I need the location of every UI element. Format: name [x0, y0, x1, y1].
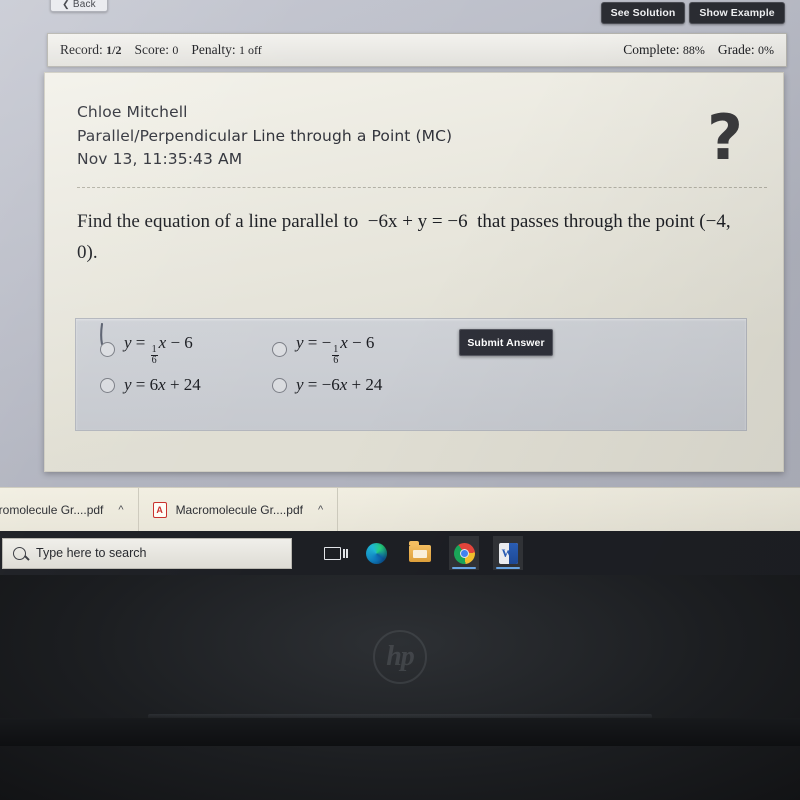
download-bar: acromolecule Gr....pdf ^ A Macromolecule… — [0, 487, 800, 532]
question-card: Chloe Mitchell Parallel/Perpendicular Li… — [44, 72, 784, 472]
grade-label: Grade: — [717, 42, 755, 57]
chevron-up-icon[interactable]: ^ — [318, 504, 323, 516]
record-stat: Record: 1/2 — [60, 42, 121, 58]
complete-value: 88% — [682, 43, 705, 57]
taskbar-icons: W — [317, 536, 523, 570]
edge-icon — [365, 542, 387, 564]
answer-option-d[interactable]: y = −6x + 24 — [272, 375, 382, 395]
top-controls-bar: ❮ Back See Solution Show Example — [0, 0, 800, 30]
penalty-value: 1 off — [238, 43, 262, 57]
download-item[interactable]: acromolecule Gr....pdf ^ — [0, 487, 139, 532]
score-stat: Score: 0 — [134, 42, 178, 58]
radio-button-b[interactable] — [272, 342, 287, 358]
submit-answer-label: Submit Answer — [467, 336, 545, 349]
question-text: Find the equation of a line parallel to … — [77, 207, 755, 269]
task-view-icon — [323, 546, 345, 560]
search-input[interactable]: Type here to search — [2, 537, 292, 569]
see-solution-label: See Solution — [610, 7, 676, 19]
answer-label-a: y = 16x − 6 — [124, 333, 193, 366]
answer-label-c: y = 6x + 24 — [124, 375, 201, 394]
laptop-screen: ❮ Back See Solution Show Example Record:… — [0, 0, 800, 575]
download-item[interactable]: A Macromolecule Gr....pdf ^ — [139, 487, 339, 532]
back-button[interactable]: ❮ Back — [50, 0, 108, 12]
fraction-one-sixth: 16 — [332, 343, 340, 366]
complete-label: Complete: — [623, 42, 680, 57]
fraction-one-sixth: 16 — [150, 343, 158, 366]
submit-answer-button[interactable]: Submit Answer — [459, 329, 553, 356]
laptop-body-lip — [0, 718, 800, 746]
timestamp: Nov 13, 11:35:43 AM — [77, 150, 243, 169]
question-middle: that passes through the point — [477, 211, 695, 232]
answer-label-d: y = −6x + 24 — [296, 375, 383, 394]
grade-stat: Grade: 0% — [718, 42, 774, 58]
student-name: Chloe Mitchell — [77, 103, 188, 121]
edge-button[interactable] — [361, 536, 391, 570]
radio-button-c[interactable] — [100, 377, 115, 393]
see-solution-button[interactable]: See Solution — [601, 2, 685, 24]
pdf-icon: A — [152, 501, 167, 518]
status-left-group: Record: 1/2 Score: 0 Penalty: 1 off — [60, 42, 262, 58]
file-explorer-icon — [409, 540, 431, 562]
record-value: 1/2 — [106, 43, 122, 57]
chrome-icon — [453, 542, 475, 564]
task-view-button[interactable] — [317, 536, 347, 570]
word-button[interactable]: W — [493, 536, 523, 570]
question-mark-icon: ? — [707, 101, 743, 174]
chevron-left-icon: ❮ — [62, 0, 70, 9]
download-filename: acromolecule Gr....pdf — [0, 502, 104, 517]
back-button-label: Back — [72, 0, 96, 10]
download-filename: Macromolecule Gr....pdf — [175, 502, 303, 517]
question-lead: Find the equation of a line parallel to — [77, 211, 359, 232]
answer-option-c[interactable]: y = 6x + 24 — [100, 375, 201, 395]
status-bar: Record: 1/2 Score: 0 Penalty: 1 off Comp… — [47, 33, 787, 67]
assignment-title: Parallel/Perpendicular Line through a Po… — [77, 126, 453, 145]
answer-option-b[interactable]: y = −1 6 x − 6 — [272, 333, 374, 367]
show-example-button[interactable]: Show Example — [689, 2, 785, 24]
grade-value: 0% — [758, 43, 774, 57]
chevron-up-icon[interactable]: ^ — [118, 504, 123, 516]
radio-button-d[interactable] — [272, 377, 287, 393]
score-value: 0 — [172, 43, 179, 57]
divider — [77, 187, 767, 188]
answer-option-a[interactable]: y = 16x − 6 — [100, 333, 193, 367]
search-placeholder: Type here to search — [36, 546, 147, 560]
answers-panel: y = 16x − 6 y = −1 6 x − 6 y = 6x + 24 y… — [75, 318, 747, 431]
question-equation: −6x + y = −6 — [367, 211, 468, 232]
status-right-group: Complete: 88% Grade: 0% — [623, 42, 774, 58]
hp-logo: hp — [373, 630, 427, 684]
penalty-label: Penalty: — [191, 42, 236, 57]
chrome-button[interactable] — [449, 536, 479, 570]
answer-label-b: y = −1 6 x − 6 — [296, 333, 375, 366]
windows-taskbar: Type here to search W — [0, 531, 800, 575]
search-icon — [13, 546, 26, 560]
record-label: Record: — [60, 42, 103, 57]
score-label: Score: — [134, 42, 169, 57]
radio-button-a[interactable] — [100, 342, 115, 358]
word-icon: W — [498, 542, 518, 564]
complete-stat: Complete: 88% — [623, 42, 705, 58]
penalty-stat: Penalty: 1 off — [191, 42, 261, 58]
laptop-bezel: hp — [0, 575, 800, 800]
file-explorer-button[interactable] — [405, 536, 435, 570]
show-example-label: Show Example — [699, 7, 775, 19]
